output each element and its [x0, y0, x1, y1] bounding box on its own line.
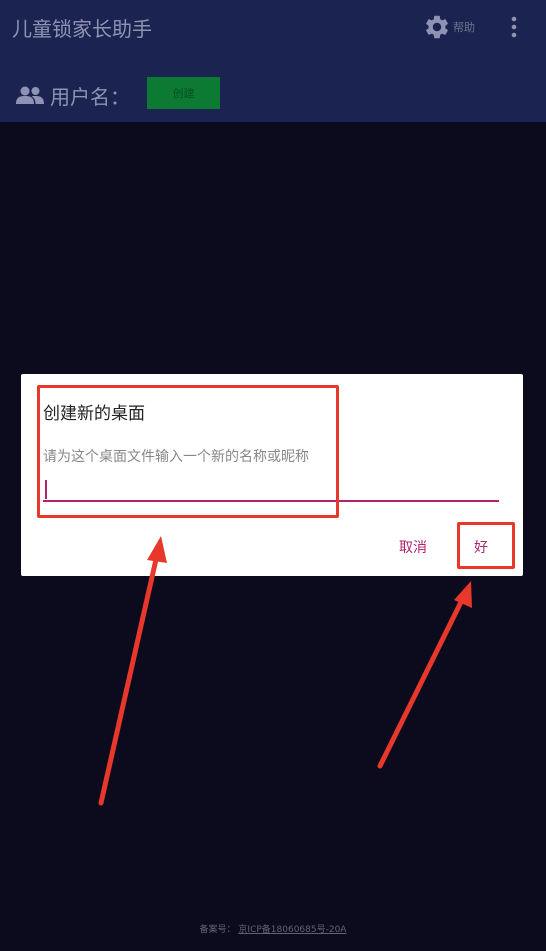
help-button[interactable]: 帮助	[423, 12, 483, 42]
more-vert-icon	[511, 16, 517, 38]
gear-icon	[426, 15, 448, 39]
help-label: 帮助	[453, 21, 475, 34]
user-row: 用户名：	[16, 80, 130, 110]
dialog-title: 创建新的桌面	[43, 404, 145, 424]
footer-prefix: 备案号：	[199, 925, 236, 935]
annotation-arrow-head-2	[454, 581, 472, 608]
app-bar: 儿童锁家长助手 帮助 用户名： 创建	[0, 0, 546, 122]
desktop-name-input[interactable]	[43, 476, 499, 502]
create-desktop-dialog: 创建新的桌面 请为这个桌面文件输入一个新的名称或昵称 取消 好	[21, 374, 523, 576]
annotation-arrow-line-2	[377, 595, 466, 769]
footer: 备案号： 京ICP备18060685号-20A	[0, 922, 546, 935]
icp-link[interactable]: 京ICP备18060685号-20A	[238, 925, 346, 935]
dialog-message: 请为这个桌面文件输入一个新的名称或昵称	[43, 449, 309, 465]
ok-button[interactable]: 好	[469, 534, 493, 560]
annotation-arrow-line-1	[98, 552, 160, 806]
app-title: 儿童锁家长助手	[12, 17, 152, 41]
cancel-button[interactable]: 取消	[393, 534, 433, 560]
users-icon	[16, 86, 44, 104]
text-caret	[45, 480, 47, 499]
more-options-button[interactable]	[504, 12, 524, 42]
create-button[interactable]: 创建	[147, 77, 220, 109]
username-label: 用户名：	[50, 84, 130, 109]
